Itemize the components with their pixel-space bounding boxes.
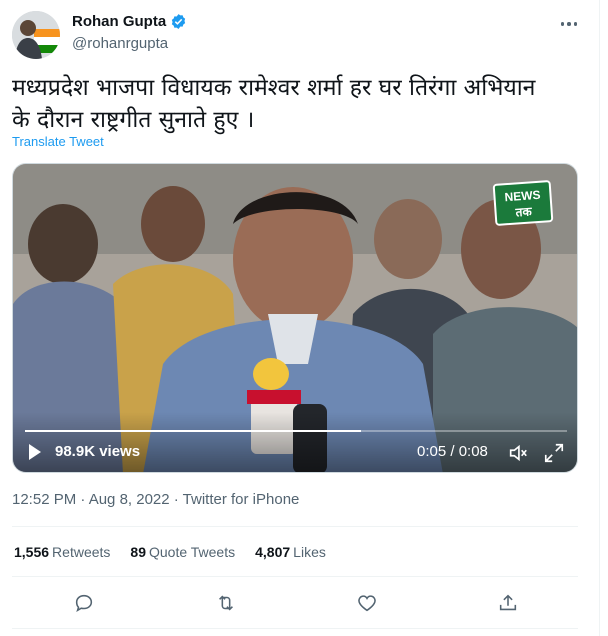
tweet-stats: 1,556 Retweets 89 Quote Tweets 4,807 Likes	[14, 544, 326, 560]
author-handle[interactable]: @rohanrgupta	[72, 35, 168, 52]
news-channel-logo: NEWS तक	[492, 180, 554, 226]
author-name-row[interactable]: Rohan Gupta	[72, 13, 187, 30]
video-progress-bar[interactable]	[25, 430, 567, 432]
video-controls: 98.9K views 0:05 / 0:08	[13, 412, 577, 472]
more-options-icon[interactable]	[557, 14, 581, 34]
retweets-stat[interactable]: 1,556 Retweets	[14, 544, 110, 560]
play-icon[interactable]	[29, 444, 41, 460]
tweet-text-line-1: मध्यप्रदेश भाजपा विधायक रामेश्वर शर्मा ह…	[12, 75, 536, 101]
video-views: 98.9K views	[55, 443, 141, 460]
divider	[12, 576, 578, 577]
quote-tweets-stat[interactable]: 89 Quote Tweets	[130, 544, 235, 560]
avatar[interactable]	[12, 11, 60, 59]
tweet-text: मध्यप्रदेश भाजपा विधायक रामेश्वर शर्मा ह…	[12, 72, 582, 136]
video-time: 0:05 / 0:08	[417, 443, 488, 460]
likes-stat[interactable]: 4,807 Likes	[255, 544, 326, 560]
retweet-icon[interactable]	[214, 591, 238, 615]
fullscreen-icon[interactable]	[543, 442, 565, 464]
tweet-card: Rohan Gupta @rohanrgupta मध्यप्रदेश भाजप…	[0, 0, 600, 636]
video-progress-fill	[25, 430, 362, 432]
divider	[12, 628, 578, 629]
volume-muted-icon[interactable]	[507, 442, 529, 464]
share-icon[interactable]	[496, 591, 520, 615]
tweet-timestamp[interactable]: 12:52 PM · Aug 8, 2022 · Twitter for iPh…	[12, 491, 299, 508]
verified-badge-icon	[172, 14, 186, 29]
reply-icon[interactable]	[72, 591, 96, 615]
video-player[interactable]: NEWS तक 98.9K views 0:05 / 0:08	[12, 163, 578, 473]
author-name[interactable]: Rohan Gupta	[72, 13, 166, 30]
tweet-text-line-2: के दौरान राष्ट्रगीत सुनाते हुए ।	[12, 107, 255, 133]
heart-icon[interactable]	[355, 591, 379, 615]
divider	[12, 526, 578, 527]
translate-tweet-link[interactable]: Translate Tweet	[12, 134, 104, 149]
